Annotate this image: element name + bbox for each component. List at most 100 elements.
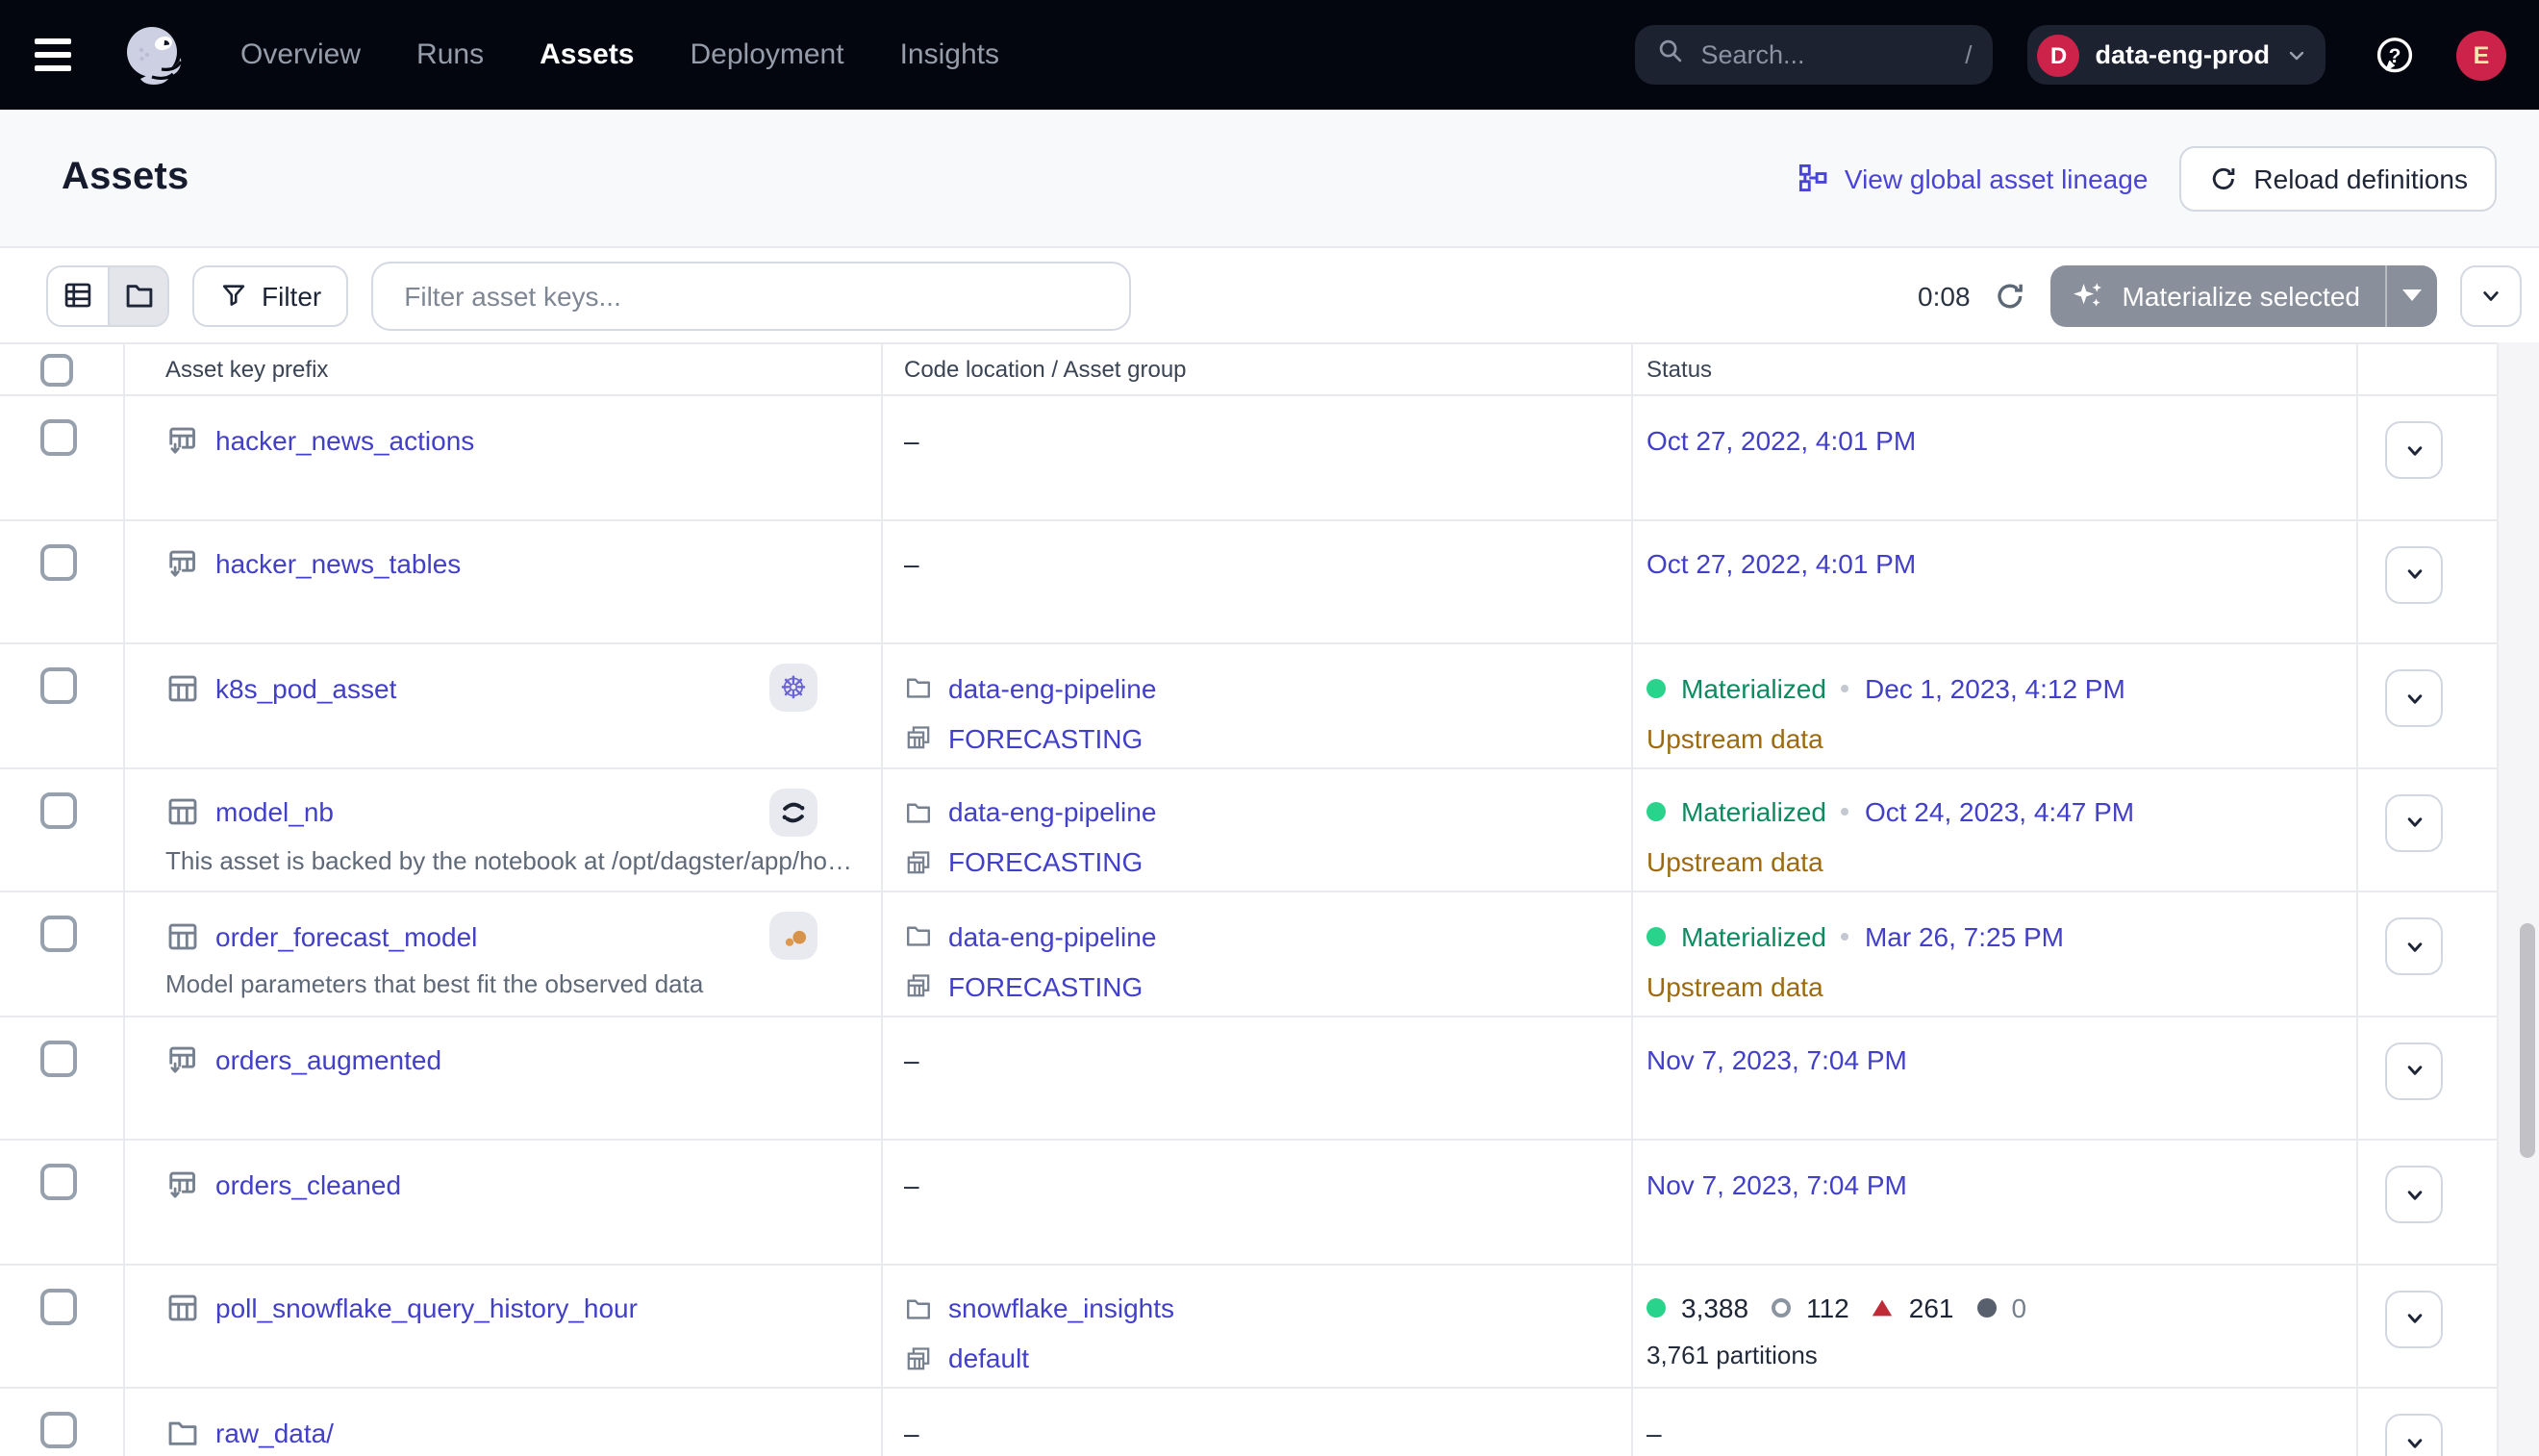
search-icon <box>1657 36 1686 74</box>
nav-item-insights[interactable]: Insights <box>889 31 1011 79</box>
help-button[interactable]: ? <box>2374 34 2416 76</box>
materialize-dropdown-caret[interactable] <box>2385 264 2437 326</box>
upstream-data-link[interactable]: Upstream data <box>1647 722 1823 753</box>
materialize-main[interactable]: Materialize selected <box>2051 278 2385 313</box>
materialized-state: Materialized <box>1681 672 1826 703</box>
row-checkbox[interactable] <box>40 791 77 828</box>
nav-item-runs[interactable]: Runs <box>405 31 495 79</box>
expand-row-button[interactable] <box>2385 545 2443 603</box>
row-checkbox[interactable] <box>40 543 77 580</box>
expand-row-button[interactable] <box>2385 669 2443 727</box>
nav-item-deployment[interactable]: Deployment <box>679 31 856 79</box>
materialization-time-link[interactable]: Mar 26, 7:25 PM <box>1865 920 2064 951</box>
search-input[interactable] <box>1701 40 1913 69</box>
expand-row-button[interactable] <box>2385 793 2443 851</box>
refresh-button[interactable] <box>1994 278 2028 313</box>
asset-group-icon <box>904 971 933 1000</box>
code-location-link[interactable]: snowflake_insights <box>948 1293 1174 1323</box>
filter-asset-keys-input[interactable] <box>371 261 1131 330</box>
asset-name-link[interactable]: orders_augmented <box>215 1044 441 1075</box>
chevron-down-icon <box>2401 438 2426 463</box>
expand-row-button[interactable] <box>2385 421 2443 479</box>
materialize-selected-button[interactable]: Materialize selected <box>2051 264 2437 326</box>
materialization-time-link[interactable]: Oct 24, 2023, 4:47 PM <box>1865 796 2134 827</box>
compute-kind-badge: ☸ <box>769 664 817 712</box>
asset-group-link[interactable]: FORECASTING <box>948 722 1143 753</box>
user-avatar[interactable]: E <box>2456 30 2506 80</box>
lineage-link-label: View global asset lineage <box>1845 163 2149 193</box>
chevron-down-icon <box>2401 1430 2426 1455</box>
compute-kind-badge <box>769 788 817 836</box>
materialization-time-link[interactable]: Oct 27, 2022, 4:01 PM <box>1647 424 1916 455</box>
missing-dot-icon <box>1976 1298 1996 1318</box>
row-checkbox[interactable] <box>40 916 77 952</box>
asset-description: This asset is backed by the notebook at … <box>165 845 866 874</box>
table-view-icon <box>62 279 94 312</box>
row-checkbox[interactable] <box>40 1412 77 1448</box>
folder-icon <box>904 673 933 702</box>
nav-item-overview[interactable]: Overview <box>229 31 372 79</box>
flat-view-button[interactable] <box>48 266 108 324</box>
compute-kind-badge <box>769 912 817 960</box>
expand-row-button[interactable] <box>2385 1290 2443 1347</box>
row-checkbox[interactable] <box>40 1040 77 1076</box>
folder-view-icon <box>122 279 155 312</box>
asset-name-link[interactable]: hacker_news_tables <box>215 548 461 579</box>
asset-name-link[interactable]: orders_cleaned <box>215 1168 401 1199</box>
refresh-icon <box>2207 163 2238 193</box>
asset-name-link[interactable]: hacker_news_actions <box>215 424 474 455</box>
hamburger-menu-icon[interactable] <box>35 38 81 71</box>
view-global-asset-lineage-link[interactable]: View global asset lineage <box>1797 162 2149 194</box>
asset-name-link[interactable]: k8s_pod_asset <box>215 672 396 703</box>
asset-name-link[interactable]: poll_snowflake_query_history_hour <box>215 1293 638 1323</box>
asset-group-link[interactable]: FORECASTING <box>948 970 1143 1001</box>
row-checkbox[interactable] <box>40 1164 77 1200</box>
failed-triangle-icon <box>1873 1298 1894 1318</box>
row-checkbox[interactable] <box>40 419 77 456</box>
workspace-switcher[interactable]: D data-eng-prod <box>2028 25 2326 85</box>
expand-row-button[interactable] <box>2385 1042 2443 1099</box>
code-location-link[interactable]: data-eng-pipeline <box>948 920 1156 951</box>
expand-row-button[interactable] <box>2385 917 2443 975</box>
materialization-time-link[interactable]: Dec 1, 2023, 4:12 PM <box>1865 672 2125 703</box>
asset-group-link[interactable]: FORECASTING <box>948 846 1143 877</box>
chevron-down-icon <box>2401 1058 2426 1083</box>
directory-view-button[interactable] <box>108 266 167 324</box>
column-header-asset-key: Asset key prefix <box>125 344 883 394</box>
upstream-data-link[interactable]: Upstream data <box>1647 846 1823 877</box>
expand-row-button[interactable] <box>2385 1166 2443 1223</box>
asset-prefix-icon <box>165 1042 200 1077</box>
reload-definitions-button[interactable]: Reload definitions <box>2178 145 2497 211</box>
empty-value: – <box>904 1168 919 1199</box>
upstream-data-link[interactable]: Upstream data <box>1647 970 1823 1001</box>
materialized-dot-icon <box>1647 678 1666 697</box>
select-all-checkbox[interactable] <box>40 353 73 386</box>
column-header-code-location: Code location / Asset group <box>883 344 1633 394</box>
never-materialized-ring-icon <box>1772 1298 1791 1318</box>
code-location-link[interactable]: data-eng-pipeline <box>948 672 1156 703</box>
global-search[interactable]: / <box>1636 25 1994 85</box>
separator-dot <box>1842 684 1849 691</box>
vertical-scrollbar[interactable] <box>2497 342 2539 1456</box>
nav-links: Overview Runs Assets Deployment Insights <box>229 31 1011 79</box>
materialized-dot-icon <box>1647 1298 1666 1318</box>
materialization-time-link[interactable]: Nov 7, 2023, 7:04 PM <box>1647 1168 1907 1199</box>
materialization-time-link[interactable]: Nov 7, 2023, 7:04 PM <box>1647 1044 1907 1075</box>
chevron-down-icon <box>2401 934 2426 959</box>
code-location-link[interactable]: data-eng-pipeline <box>948 796 1156 827</box>
asset-group-icon <box>904 847 933 876</box>
scrollbar-thumb[interactable] <box>2520 923 2535 1158</box>
row-checkbox[interactable] <box>40 1288 77 1324</box>
asset-name-link[interactable]: order_forecast_model <box>215 920 477 951</box>
expand-all-button[interactable] <box>2460 264 2522 326</box>
expand-row-button[interactable] <box>2385 1414 2443 1456</box>
asset-group-link[interactable]: default <box>948 1343 1029 1373</box>
nav-item-assets[interactable]: Assets <box>528 31 645 79</box>
filter-button[interactable]: Filter <box>192 264 348 326</box>
row-checkbox[interactable] <box>40 667 77 704</box>
partition-count-value: 261 <box>1909 1293 1954 1323</box>
empty-value: – <box>904 548 919 579</box>
asset-name-link[interactable]: raw_data/ <box>215 1417 334 1447</box>
asset-name-link[interactable]: model_nb <box>215 796 334 827</box>
materialization-time-link[interactable]: Oct 27, 2022, 4:01 PM <box>1647 548 1916 579</box>
